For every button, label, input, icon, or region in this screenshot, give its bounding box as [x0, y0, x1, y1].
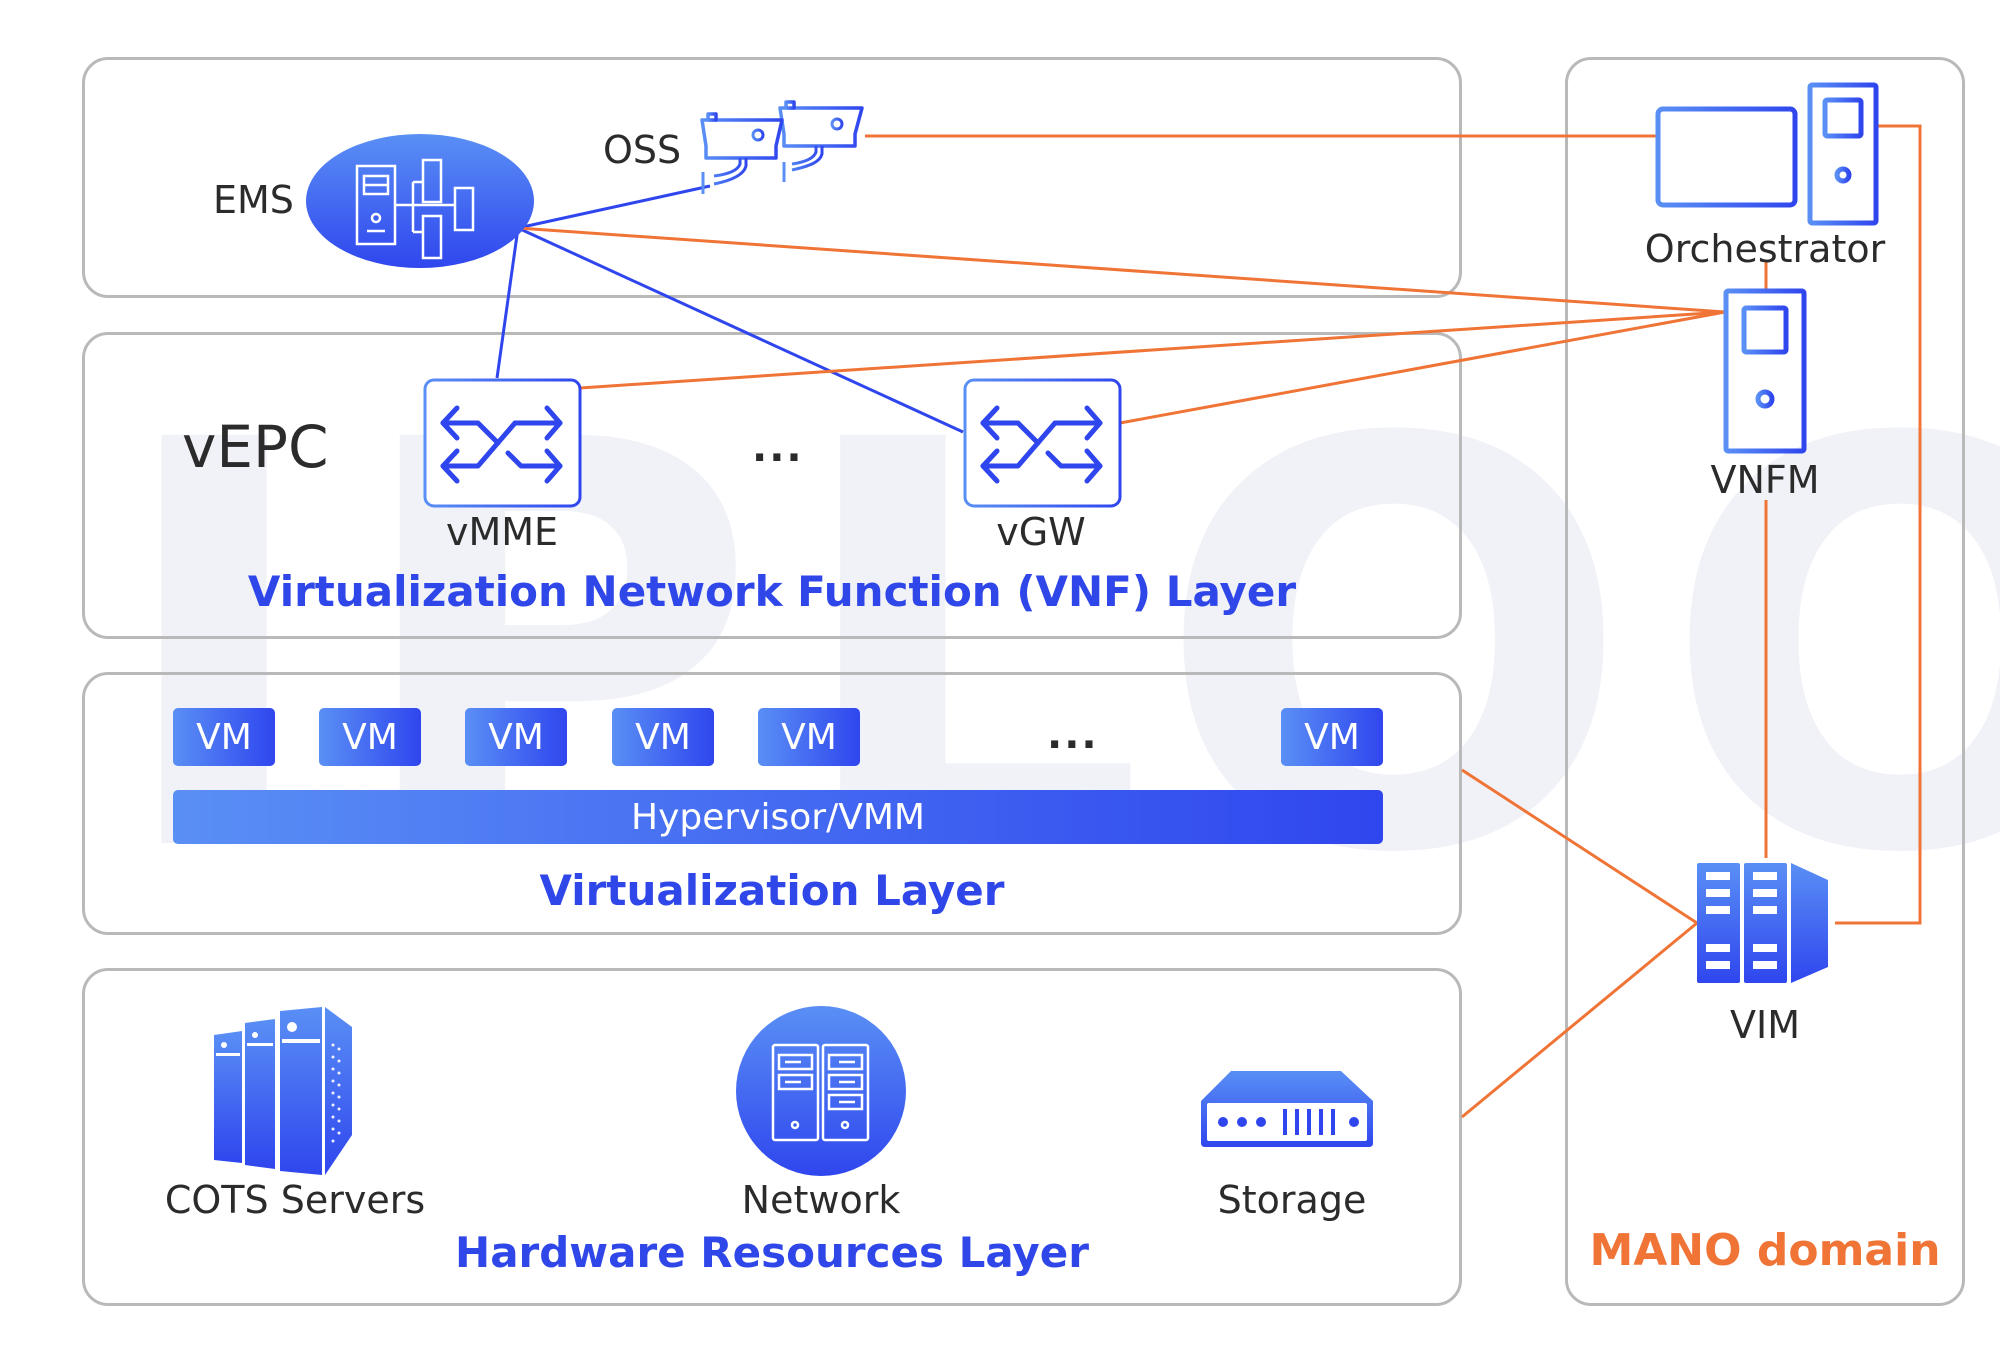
vmme-vnfm-link	[579, 310, 1726, 390]
vmme-label: vMME	[445, 510, 559, 554]
hardware-layer-title: Hardware Resources Layer	[455, 1228, 1089, 1277]
vm-box[interactable]: VM	[319, 708, 421, 766]
vm-box[interactable]: VM	[1281, 708, 1383, 766]
ems-vgw-link	[517, 226, 964, 434]
ems-oss-link	[517, 184, 711, 230]
network-label: Network	[741, 1178, 901, 1222]
vepc-label: vEPC	[182, 413, 329, 481]
vnfm-label: VNFM	[1710, 458, 1820, 502]
vm-box[interactable]: VM	[465, 708, 567, 766]
vim-icon[interactable]	[1697, 863, 1837, 985]
vm-box[interactable]: VM	[612, 708, 714, 766]
storage-label: Storage	[1217, 1178, 1367, 1222]
hypervisor-bar[interactable]: Hypervisor/VMM	[173, 790, 1383, 844]
vgw-label: vGW	[996, 510, 1086, 554]
vim-label: VIM	[1730, 1003, 1800, 1047]
storage-device-icon[interactable]	[1197, 1069, 1377, 1149]
ems-label: EMS	[213, 178, 294, 222]
vgw-vnfm-link	[1119, 310, 1726, 425]
vm-box[interactable]: VM	[173, 708, 275, 766]
ems-icon[interactable]	[305, 132, 535, 270]
mano-domain-title: MANO domain	[1589, 1225, 1941, 1276]
vnf-ellipsis: ...	[752, 425, 804, 471]
vm-box[interactable]: VM	[758, 708, 860, 766]
hardware-vim-link	[1461, 921, 1698, 1119]
oss-label: OSS	[603, 128, 682, 172]
vm-ellipsis: ...	[1047, 712, 1099, 758]
vnf-layer-title: Virtualization Network Function (VNF) La…	[247, 567, 1297, 616]
vgw-icon[interactable]	[963, 378, 1123, 508]
server-rack-icon[interactable]	[212, 1005, 377, 1175]
virtualization-layer-title: Virtualization Layer	[539, 866, 1005, 915]
vmme-icon[interactable]	[423, 378, 583, 508]
network-server-icon[interactable]	[735, 1005, 907, 1177]
orchestrator-icon[interactable]	[1655, 82, 1880, 227]
cots-servers-label: COTS Servers	[164, 1178, 426, 1222]
ems-vnfm-link	[517, 226, 1726, 314]
virtualization-vim-link	[1461, 768, 1698, 925]
oss-icon[interactable]	[700, 100, 870, 200]
orchestrator-label: Orchestrator	[1644, 227, 1886, 271]
vnfm-icon[interactable]	[1723, 288, 1808, 456]
